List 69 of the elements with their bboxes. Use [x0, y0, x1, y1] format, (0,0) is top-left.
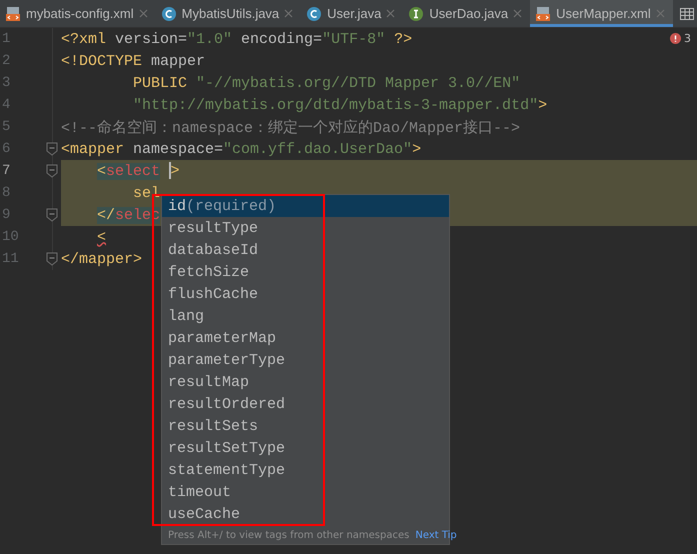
error-counter[interactable]: 3 — [670, 32, 691, 45]
editor-tab[interactable]: UserMapper.xml — [530, 0, 673, 27]
xml-file-icon — [5, 6, 21, 22]
completion-item[interactable]: useCache — [162, 503, 449, 525]
line-number: 1 — [2, 31, 12, 47]
code-token: ?> — [393, 30, 412, 48]
line-number: 5 — [2, 119, 12, 135]
editor-tab[interactable]: User.java — [301, 0, 404, 27]
code-token: "UTF-8" — [322, 30, 386, 48]
code-token: mapper — [151, 52, 206, 70]
fold-marker-icon[interactable] — [46, 142, 58, 156]
line-number: 4 — [2, 97, 12, 113]
code-token: <?xml — [61, 30, 108, 48]
code-token: "com.yff.dao.UserDao" — [223, 140, 412, 158]
completion-item[interactable]: timeout — [162, 481, 449, 503]
code-token: > — [168, 162, 180, 180]
completion-item[interactable]: flushCache — [162, 283, 449, 305]
code-token: </ — [97, 206, 116, 224]
fold-marker-icon[interactable] — [46, 164, 58, 178]
code-token: <!--命名空间：namespace：绑定一个对应的Dao/Mapper接口--> — [61, 118, 520, 136]
next-tip-link[interactable]: Next Tip — [415, 530, 457, 541]
code-token: <mapper — [61, 140, 126, 158]
code-token: encoding= — [240, 30, 322, 48]
completion-item[interactable]: resultSetType — [162, 437, 449, 459]
table-icon[interactable] — [679, 6, 695, 22]
code-token: < — [97, 228, 106, 246]
line-number: 2 — [2, 53, 12, 69]
completion-item[interactable]: parameterMap — [162, 327, 449, 349]
interface-icon — [408, 6, 424, 22]
class-icon — [160, 6, 177, 22]
code-token: sel — [133, 184, 160, 202]
code-token: "1.0" — [187, 30, 232, 48]
code-token: "http://mybatis.org/dtd/mybatis-3-mapper.dtd" — [133, 96, 538, 114]
completion-item[interactable]: lang — [162, 305, 449, 327]
code-token: version= — [115, 30, 188, 48]
line-number: 10 — [2, 229, 20, 245]
line-number: 3 — [2, 75, 12, 91]
fold-marker-icon[interactable] — [46, 252, 58, 266]
line-number: 9 — [2, 207, 12, 223]
code-token: namespace= — [133, 140, 224, 158]
completion-item[interactable]: fetchSize — [162, 261, 449, 283]
completion-item[interactable]: databaseId — [162, 239, 449, 261]
completion-item[interactable]: statementType — [162, 459, 449, 481]
class-icon — [306, 6, 322, 22]
editor-tab[interactable]: UserDao.java — [403, 0, 530, 27]
line-number: 11 — [2, 251, 20, 267]
code-token: <!DOCTYPE — [61, 52, 144, 70]
code-token: </mapper> — [61, 250, 142, 268]
completion-item[interactable]: resultSets — [162, 415, 449, 437]
code-token: "-//mybatis.org//DTD Mapper 3.0//EN" — [196, 74, 520, 92]
editor-tab[interactable]: mybatis-config.xml — [0, 0, 156, 27]
code-token: PUBLIC — [133, 74, 188, 92]
code-token: > — [538, 96, 548, 114]
completion-item[interactable]: parameterType — [162, 349, 449, 371]
fold-marker-icon[interactable] — [46, 208, 58, 222]
completion-item[interactable]: resultMap — [162, 371, 449, 393]
code-token: > — [412, 140, 422, 158]
completion-item[interactable]: resultOrdered — [162, 393, 449, 415]
completion-item[interactable]: resultType — [162, 217, 449, 239]
line-number: 7 — [2, 163, 12, 179]
error-icon — [670, 33, 681, 44]
code-token: < — [97, 162, 106, 180]
completion-item[interactable]: id(required) — [162, 195, 449, 217]
code-token: select — [106, 162, 160, 180]
line-number: 6 — [2, 141, 12, 157]
xml-file-icon — [535, 6, 552, 22]
hint-text: Press Alt+/ to view tags from other namespaces — [168, 530, 410, 541]
line-number: 8 — [2, 185, 12, 201]
editor-tab[interactable]: MybatisUtils.java — [156, 0, 302, 27]
